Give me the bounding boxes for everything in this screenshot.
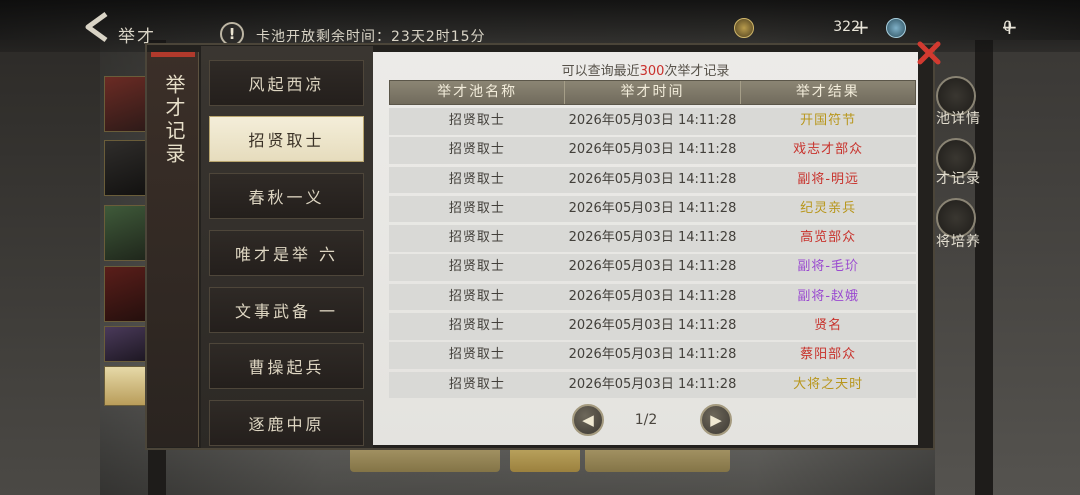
cell-result: 纪灵亲兵: [800, 200, 857, 216]
cell-time: 2026年05月03日 14:11:28: [568, 318, 737, 334]
tab-pool[interactable]: 曹操起兵: [209, 343, 364, 389]
portrait-thumbnail: [104, 266, 148, 322]
cell-time: 2026年05月03日 14:11:28: [568, 376, 737, 392]
add-currency-2-button[interactable]: +: [1001, 17, 1021, 37]
table-row: 招贤取士 2026年05月03日 14:11:28 开国符节: [389, 108, 916, 135]
portrait-thumbnail: [104, 326, 148, 362]
portrait-thumbnail: [104, 366, 148, 406]
portrait-thumbnail: [104, 140, 148, 196]
record-panel: 可以查询最近300次举才记录 举才池名称 举才时间 举才结果 招贤取士 2026年…: [373, 52, 918, 445]
cell-time: 2026年05月03日 14:11:28: [568, 230, 737, 246]
tab-pool-active[interactable]: 招贤取士: [209, 116, 364, 162]
cell-time: 2026年05月03日 14:11:28: [568, 288, 737, 304]
cell-pool-name: 招贤取士: [448, 113, 505, 128]
prev-page-button[interactable]: ◀: [572, 404, 604, 436]
cell-result: 开国符节: [800, 113, 857, 128]
table-row: 招贤取士 2026年05月03日 14:11:28 副将-赵娥: [389, 283, 916, 311]
tab-pool[interactable]: 春秋一义: [209, 173, 364, 219]
cell-time: 2026年05月03日 14:11:28: [568, 200, 737, 216]
portrait-thumbnail: [104, 76, 148, 132]
cell-result: 贤名: [814, 318, 843, 334]
cell-result: 大将之天时: [793, 376, 864, 392]
tab-pool[interactable]: 逐鹿中原: [209, 400, 364, 446]
cell-result: 副将-赵娥: [797, 288, 860, 304]
cell-pool-name: 招贤取士: [448, 259, 505, 275]
pagination: ◀ 1/2 ▶: [373, 404, 918, 438]
tab-pool[interactable]: 唯才是举 六: [209, 230, 364, 276]
cell-time: 2026年05月03日 14:11:28: [568, 259, 737, 275]
cell-time: 2026年05月03日 14:11:28: [568, 142, 737, 158]
tip-prefix: 可以查询最近: [561, 64, 640, 79]
currency-1-value: 322: [833, 19, 860, 35]
cell-result: 戏志才部众: [793, 142, 864, 158]
table-row: 招贤取士 2026年05月03日 14:11:28 高览部众: [389, 225, 916, 252]
portrait-thumbnail: [104, 205, 148, 261]
cell-time: 2026年05月03日 14:11:28: [568, 171, 737, 187]
cell-pool-name: 招贤取士: [448, 142, 505, 158]
cell-pool-name: 招贤取士: [448, 347, 505, 363]
table-row: 招贤取士 2026年05月03日 14:11:28 戏志才部众: [389, 137, 916, 164]
table-header: 举才池名称 举才时间 举才结果: [389, 80, 916, 105]
cell-pool-name: 招贤取士: [448, 376, 505, 392]
table-row: 招贤取士 2026年05月03日 14:11:28 蔡阳部众: [389, 342, 916, 369]
table-row: 招贤取士 2026年05月03日 14:11:28 大将之天时: [389, 371, 916, 399]
tip-count: 300: [639, 64, 665, 79]
column-header-pool: 举才池名称: [390, 81, 566, 104]
cell-result: 高览部众: [800, 230, 857, 246]
currency-1: 322 +: [730, 16, 875, 40]
general-training-label: 将培养: [936, 234, 981, 250]
records-label: 才记录: [936, 171, 981, 187]
background-left-panel: [0, 40, 100, 495]
cell-result: 副将-明远: [797, 171, 860, 187]
dialog-title: 举才记录: [162, 74, 186, 166]
cell-pool-name: 招贤取士: [448, 288, 505, 304]
close-button[interactable]: [914, 38, 944, 68]
next-page-button[interactable]: ▶: [700, 404, 732, 436]
page-indicator: 1/2: [634, 412, 658, 428]
add-currency-1-button[interactable]: +: [853, 17, 873, 37]
record-table: 招贤取士 2026年05月03日 14:11:28 开国符节 招贤取士 2026年05月…: [389, 108, 916, 401]
table-row: 招贤取士 2026年05月03日 14:11:28 副将-明远: [389, 166, 916, 194]
cell-result: 副将-毛玠: [797, 259, 860, 275]
back-arrow-icon: [85, 11, 108, 43]
record-tip: 可以查询最近300次举才记录: [373, 60, 918, 79]
table-row: 招贤取士 2026年05月03日 14:11:28 贤名: [389, 313, 916, 340]
column-header-time: 举才时间: [565, 81, 741, 104]
pool-detail-label: 池详情: [936, 111, 981, 127]
tip-suffix: 次举才记录: [664, 64, 730, 79]
table-row: 招贤取士 2026年05月03日 14:11:28 纪灵亲兵: [389, 195, 916, 223]
cell-time: 2026年05月03日 14:11:28: [568, 347, 737, 363]
tab-pool[interactable]: 风起西凉: [209, 60, 364, 106]
cell-pool-name: 招贤取士: [448, 171, 505, 187]
table-row: 招贤取士 2026年05月03日 14:11:28 副将-毛玠: [389, 254, 916, 281]
coin-icon: [734, 18, 754, 38]
tab-pool[interactable]: 文事武备 一: [209, 287, 364, 333]
cell-result: 蔡阳部众: [800, 347, 857, 363]
pool-tab-list: 风起西凉 招贤取士 春秋一义 唯才是举 六 文事武备 一 曹操起兵 逐鹿中原: [201, 46, 373, 448]
close-icon: [917, 41, 941, 65]
cell-pool-name: 招贤取士: [448, 230, 505, 246]
column-header-result: 举才结果: [795, 84, 860, 100]
currency-2: 0 +: [884, 16, 1024, 40]
cell-pool-name: 招贤取士: [448, 318, 505, 334]
dialog-side-title-panel: 举才记录: [147, 52, 199, 447]
cell-time: 2026年05月03日 14:11:28: [568, 113, 737, 128]
cell-pool-name: 招贤取士: [448, 200, 505, 216]
gem-icon: [886, 18, 906, 38]
